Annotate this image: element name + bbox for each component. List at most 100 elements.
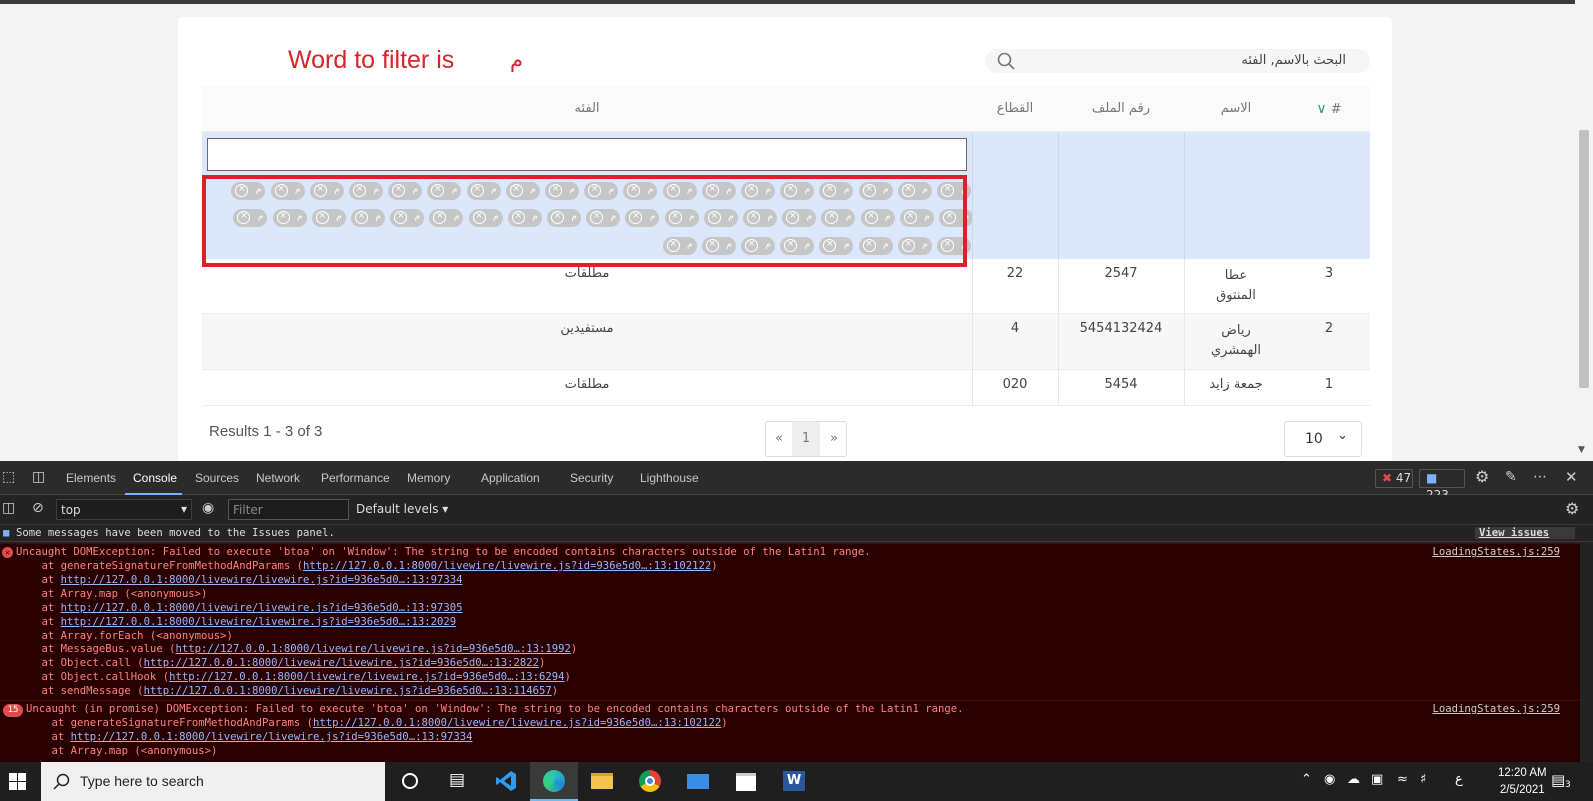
taskbar-app-mail[interactable] xyxy=(674,762,722,801)
taskbar-app-vscode[interactable] xyxy=(482,762,530,801)
windows-start-icon[interactable] xyxy=(9,773,26,790)
cell-name: جمعة زايد xyxy=(1209,377,1263,392)
taskbar-app-chrome[interactable] xyxy=(626,762,674,801)
cell-name: رياض الهمشري xyxy=(1210,323,1262,358)
header-sector[interactable]: القطاع xyxy=(972,86,1058,132)
console-settings-gear-icon[interactable]: ⚙ xyxy=(1565,499,1579,518)
search-icon[interactable] xyxy=(997,52,1015,70)
top-bar xyxy=(0,0,1593,4)
tab-sources[interactable]: Sources xyxy=(195,471,239,485)
stack-frame-link[interactable]: http://127.0.0.1:8000/livewire/livewire.… xyxy=(71,731,473,743)
clear-console-icon[interactable]: ⊘ xyxy=(32,500,44,516)
taskbar-app-store[interactable] xyxy=(722,762,770,801)
stack-frame-link[interactable]: http://127.0.0.1:8000/livewire/livewire.… xyxy=(61,616,456,628)
stack-frame-link[interactable]: http://127.0.0.1:8000/livewire/livewire.… xyxy=(169,671,564,683)
browser-page: Word to filter is م البحث بالاسم, الفئه … xyxy=(0,0,1593,461)
cortana-button[interactable] xyxy=(386,762,434,801)
header-category[interactable]: الفئه xyxy=(202,86,972,132)
notification-center-button[interactable]: ▤ 3 xyxy=(1551,770,1575,792)
tab-application[interactable]: Application xyxy=(481,471,540,485)
stack-frame: at generateSignatureFromMethodAndParams … xyxy=(16,560,718,572)
system-clock[interactable]: 12:20 AM 2/5/2021 xyxy=(1498,765,1547,799)
table-row[interactable]: مطلقات 22 2547 عطا المنتوق 3 xyxy=(202,259,1370,314)
mail-icon xyxy=(687,774,709,789)
context-select[interactable]: top ▾ xyxy=(56,499,192,520)
stack-frame-link[interactable]: http://127.0.0.1:8000/livewire/livewire.… xyxy=(61,574,463,586)
header-name[interactable]: الاسم xyxy=(1184,86,1288,132)
category-filter-input[interactable] xyxy=(207,138,967,171)
annotation-char: م xyxy=(510,48,524,72)
page-1-button[interactable]: 1 xyxy=(792,422,820,456)
error-2-source-link[interactable]: LoadingStates.js:259 xyxy=(1432,703,1560,715)
stack-frame-link[interactable]: http://127.0.0.1:8000/livewire/livewire.… xyxy=(144,657,539,669)
meet-now-icon[interactable]: ◉ xyxy=(1324,772,1335,787)
close-icon[interactable]: ✕ xyxy=(1565,468,1578,486)
header-index[interactable]: ∨ # xyxy=(1288,86,1370,132)
stack-frame-link[interactable]: http://127.0.0.1:8000/livewire/livewire.… xyxy=(61,602,463,614)
error-count-badge[interactable]: ✖ 47 xyxy=(1375,469,1413,488)
error-icon: ✖ xyxy=(1382,471,1393,485)
info-count-badge[interactable]: ■ 223 xyxy=(1419,469,1465,502)
chevron-down-icon: ⌄ xyxy=(1337,428,1348,443)
cell-category: مستفيدين xyxy=(560,321,614,336)
taskbar-search-box[interactable]: Type here to search xyxy=(41,762,385,801)
header-file-no[interactable]: رقم الملف xyxy=(1058,86,1184,132)
highlight-box xyxy=(202,175,967,267)
stack-frame: at http://127.0.0.1:8000/livewire/livewi… xyxy=(26,730,473,743)
sidebar-toggle-icon[interactable]: ◫ xyxy=(2,500,15,516)
view-issues-link[interactable]: View issues xyxy=(1475,527,1575,539)
error-1-source-link[interactable]: LoadingStates.js:259 xyxy=(1432,546,1560,558)
annotation-label: Word to filter is xyxy=(288,46,455,74)
tab-lighthouse[interactable]: Lighthouse xyxy=(640,471,699,485)
error-2-title: Uncaught (in promise) DOMException: Fail… xyxy=(26,703,964,715)
tab-console[interactable]: Console xyxy=(133,471,177,485)
eye-icon[interactable]: ◉ xyxy=(202,500,214,516)
table-row[interactable]: مطلقات 020 5454 جمعة زايد 1 xyxy=(202,370,1370,406)
tab-elements[interactable]: Elements xyxy=(66,471,116,485)
taskbar-app-edge[interactable] xyxy=(530,762,578,801)
taskbar-app-file-explorer[interactable] xyxy=(578,762,626,801)
taskbar-app-word[interactable]: W xyxy=(770,762,818,801)
more-options-icon[interactable]: ⋯ xyxy=(1533,469,1547,485)
onedrive-cloud-icon[interactable]: ☁ xyxy=(1347,772,1360,787)
edge-icon xyxy=(543,770,565,792)
tab-security[interactable]: Security xyxy=(570,471,613,485)
console-error-2: 15 Uncaught (in promise) DOMException: F… xyxy=(0,700,1580,762)
search-placeholder: البحث بالاسم, الفئه xyxy=(1241,53,1346,68)
stack-frame-link[interactable]: http://127.0.0.1:8000/livewire/livewire.… xyxy=(144,685,552,697)
next-page-button[interactable]: » xyxy=(830,431,838,446)
stack-frame-link[interactable]: http://127.0.0.1:8000/livewire/livewire.… xyxy=(313,717,721,729)
log-levels-dropdown[interactable]: Default levels ▾ xyxy=(356,502,448,516)
tab-network[interactable]: Network xyxy=(256,471,300,485)
per-page-value: 10 xyxy=(1305,431,1323,447)
battery-icon[interactable]: ▣ xyxy=(1371,772,1383,787)
tab-performance[interactable]: Performance xyxy=(321,471,390,485)
per-page-select[interactable]: 10 ⌄ xyxy=(1284,421,1362,457)
sort-chevron-icon[interactable]: ∨ xyxy=(1316,101,1326,117)
wifi-icon[interactable]: ≈ xyxy=(1397,772,1408,787)
cell-sector: 22 xyxy=(1006,266,1024,281)
volume-icon[interactable]: ♯ xyxy=(1420,772,1426,787)
cell-name: عطا المنتوق xyxy=(1216,268,1256,303)
input-language[interactable]: ع xyxy=(1455,772,1463,787)
feedback-icon[interactable]: ✎ xyxy=(1505,469,1517,485)
stack-frame-link[interactable]: http://127.0.0.1:8000/livewire/livewire.… xyxy=(303,560,711,572)
scroll-down-arrow-icon[interactable]: ▼ xyxy=(1578,445,1585,455)
cell-file-no: 5454132424 xyxy=(1079,321,1163,336)
task-view-button[interactable]: ▤ xyxy=(434,762,482,801)
inspect-element-icon[interactable]: ⬚ xyxy=(2,469,15,485)
scrollbar-thumb[interactable] xyxy=(1579,130,1589,388)
settings-gear-icon[interactable]: ⚙ xyxy=(1475,467,1489,486)
tab-memory[interactable]: Memory xyxy=(407,471,450,485)
device-toolbar-icon[interactable]: ◫ xyxy=(32,469,45,485)
info-message-text: Some messages have been moved to the Iss… xyxy=(16,527,335,539)
show-hidden-icons-chevron-icon[interactable]: ⌃ xyxy=(1301,772,1312,787)
console-filter-input[interactable]: Filter xyxy=(228,499,349,520)
stack-frame-link[interactable]: http://127.0.0.1:8000/livewire/livewire.… xyxy=(175,643,570,655)
search-input[interactable]: البحث بالاسم, الفئه xyxy=(985,49,1370,73)
prev-page-button[interactable]: « xyxy=(775,431,783,446)
table-row[interactable]: مستفيدين 4 5454132424 رياض الهمشري 2 xyxy=(202,314,1370,370)
stack-frame: at Object.callHook (http://127.0.0.1:800… xyxy=(16,671,571,684)
message-icon: ■ xyxy=(1426,471,1438,485)
error-1-title: Uncaught DOMException: Failed to execute… xyxy=(16,546,871,558)
